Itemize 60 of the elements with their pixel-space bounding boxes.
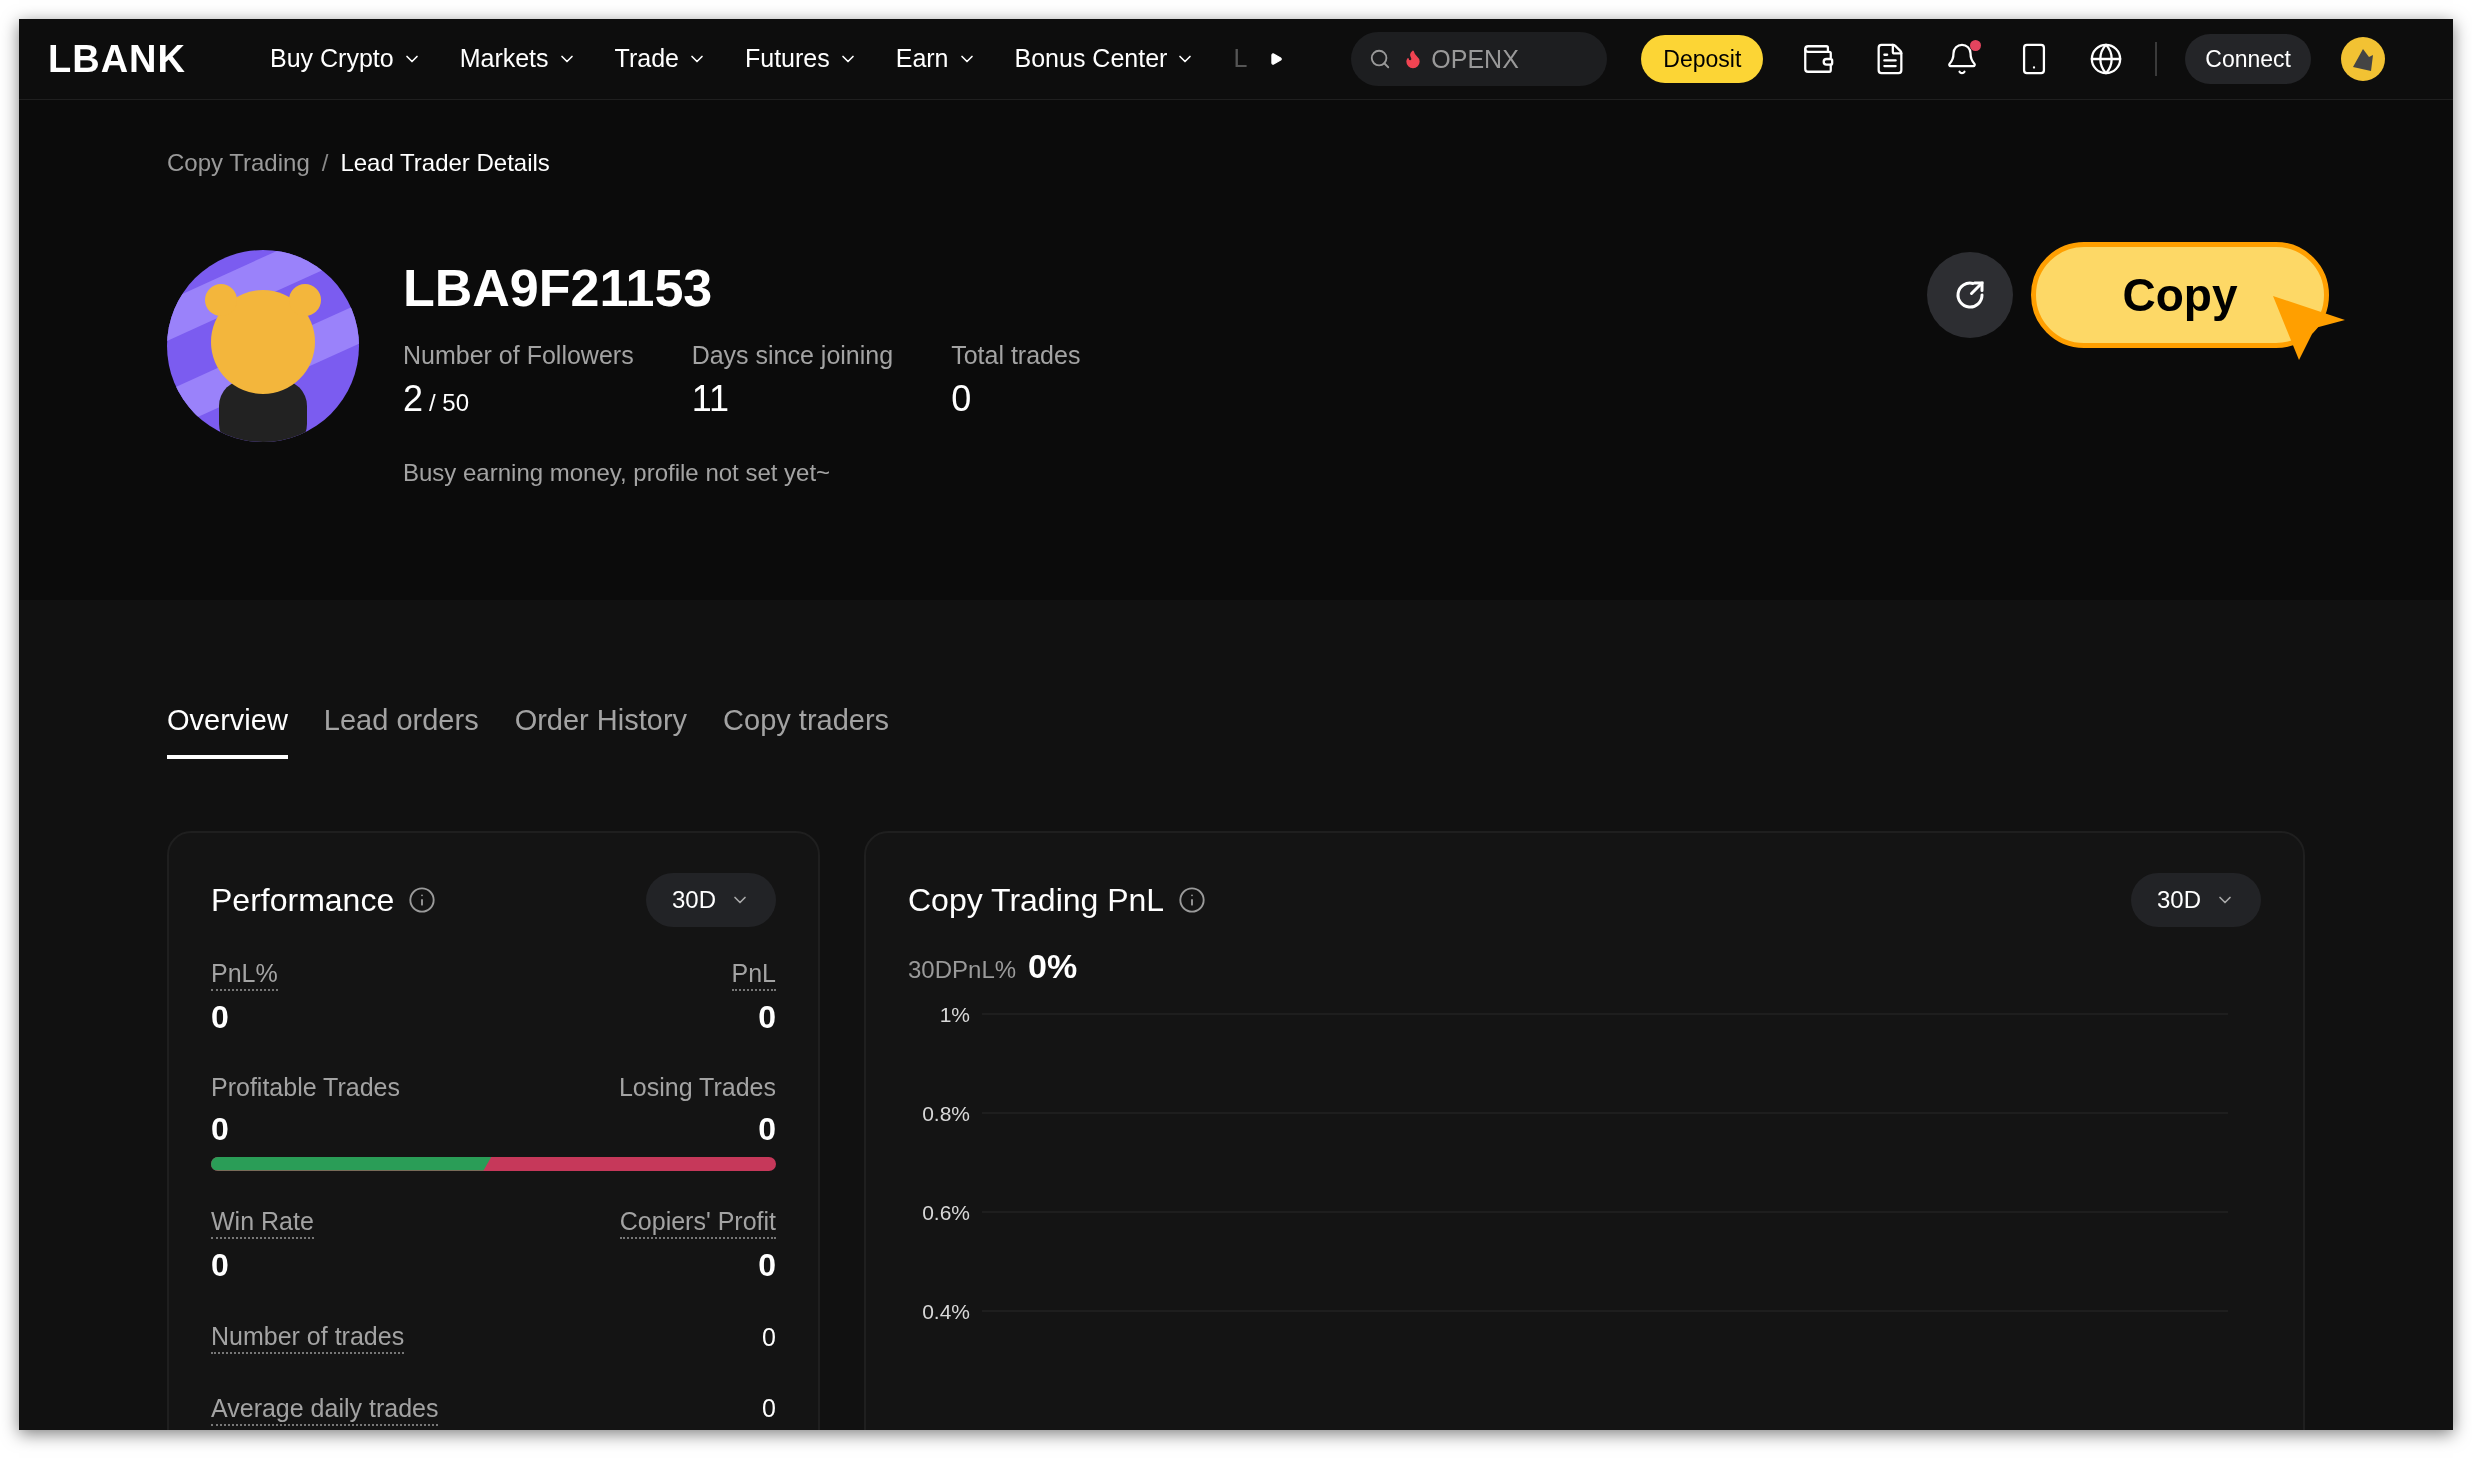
- connect-button[interactable]: Connect: [2185, 34, 2311, 84]
- axis-label: 0.4%: [922, 1299, 970, 1323]
- nav-item[interactable]: Bonus Center: [1014, 40, 1196, 78]
- metric-value: 0: [211, 1109, 229, 1149]
- metric-value: 0: [762, 1393, 776, 1424]
- stat-value: 2: [403, 378, 424, 420]
- logo[interactable]: LBANK: [48, 30, 186, 88]
- nav-item[interactable]: Buy Crypto: [270, 40, 422, 78]
- metric-value: 0: [211, 1245, 229, 1285]
- globe-icon[interactable]: [2089, 42, 2124, 76]
- nav-item[interactable]: Markets: [459, 40, 577, 78]
- metric-label: Copiers' Profit: [619, 1204, 776, 1239]
- nav-item[interactable]: Earn: [895, 40, 977, 78]
- metric-value: 0: [758, 1109, 776, 1149]
- trader-bio: Busy earning money, profile not set yet~: [403, 458, 832, 488]
- trader-name: LBA9F21153: [403, 258, 713, 318]
- metric-value: 0: [758, 997, 776, 1037]
- pnl-label: 30DPnL%: [908, 954, 1017, 985]
- tab[interactable]: Overview: [167, 699, 288, 759]
- stat-label: Total trades: [951, 340, 1081, 371]
- stat-value: 11: [691, 378, 729, 420]
- info-icon[interactable]: [408, 885, 437, 914]
- metric-label: Profitable Trades: [211, 1071, 400, 1103]
- axis-label: 0.8%: [922, 1101, 970, 1125]
- nav-item[interactable]: Futures: [744, 40, 858, 78]
- stat-limit: / 50: [429, 388, 470, 418]
- nav-item[interactable]: Trade: [614, 40, 707, 78]
- metric-value: 0: [762, 1321, 776, 1353]
- search-icon: [1369, 48, 1392, 70]
- stat-label: Days since joining: [691, 340, 894, 371]
- breadcrumb-link[interactable]: Copy Trading: [167, 145, 310, 181]
- breadcrumb-separator: /: [321, 148, 329, 178]
- wallet-icon[interactable]: [1801, 42, 1836, 76]
- tab[interactable]: Copy traders: [723, 699, 890, 759]
- card-title: Performance: [211, 880, 395, 920]
- metric-label: PnL: [731, 956, 776, 991]
- tab[interactable]: Order History: [514, 699, 688, 759]
- period-dropdown[interactable]: 30D: [2130, 872, 2261, 927]
- axis-label: 1%: [939, 1002, 970, 1026]
- stat-value: 0: [951, 378, 972, 420]
- metric-label: Number of trades: [211, 1320, 405, 1355]
- tab[interactable]: Lead orders: [323, 699, 479, 759]
- copy-button[interactable]: Copy: [2031, 242, 2329, 348]
- metric-value: 0: [211, 997, 229, 1037]
- metric-value: 0: [758, 1245, 776, 1285]
- metric-label: Losing Trades: [618, 1071, 776, 1103]
- user-avatar[interactable]: [2340, 37, 2385, 81]
- breadcrumb-link[interactable]: Lead Trader Details: [340, 145, 550, 181]
- card-title: Copy Trading PnL: [908, 880, 1165, 920]
- metric-label: Average daily trades: [211, 1391, 439, 1426]
- metric-label: Win Rate: [211, 1204, 314, 1239]
- axis-label: 0.6%: [922, 1200, 970, 1224]
- search-field[interactable]: OPENX: [1351, 32, 1608, 86]
- caret-right-icon[interactable]: [1269, 52, 1284, 66]
- deposit-button[interactable]: Deposit: [1641, 35, 1764, 83]
- period-dropdown[interactable]: 30D: [645, 872, 776, 927]
- info-icon[interactable]: [1178, 885, 1207, 914]
- stat-label: Number of Followers: [403, 340, 634, 371]
- pnl-value: 0%: [1028, 945, 1078, 987]
- metric-label: PnL%: [211, 956, 278, 991]
